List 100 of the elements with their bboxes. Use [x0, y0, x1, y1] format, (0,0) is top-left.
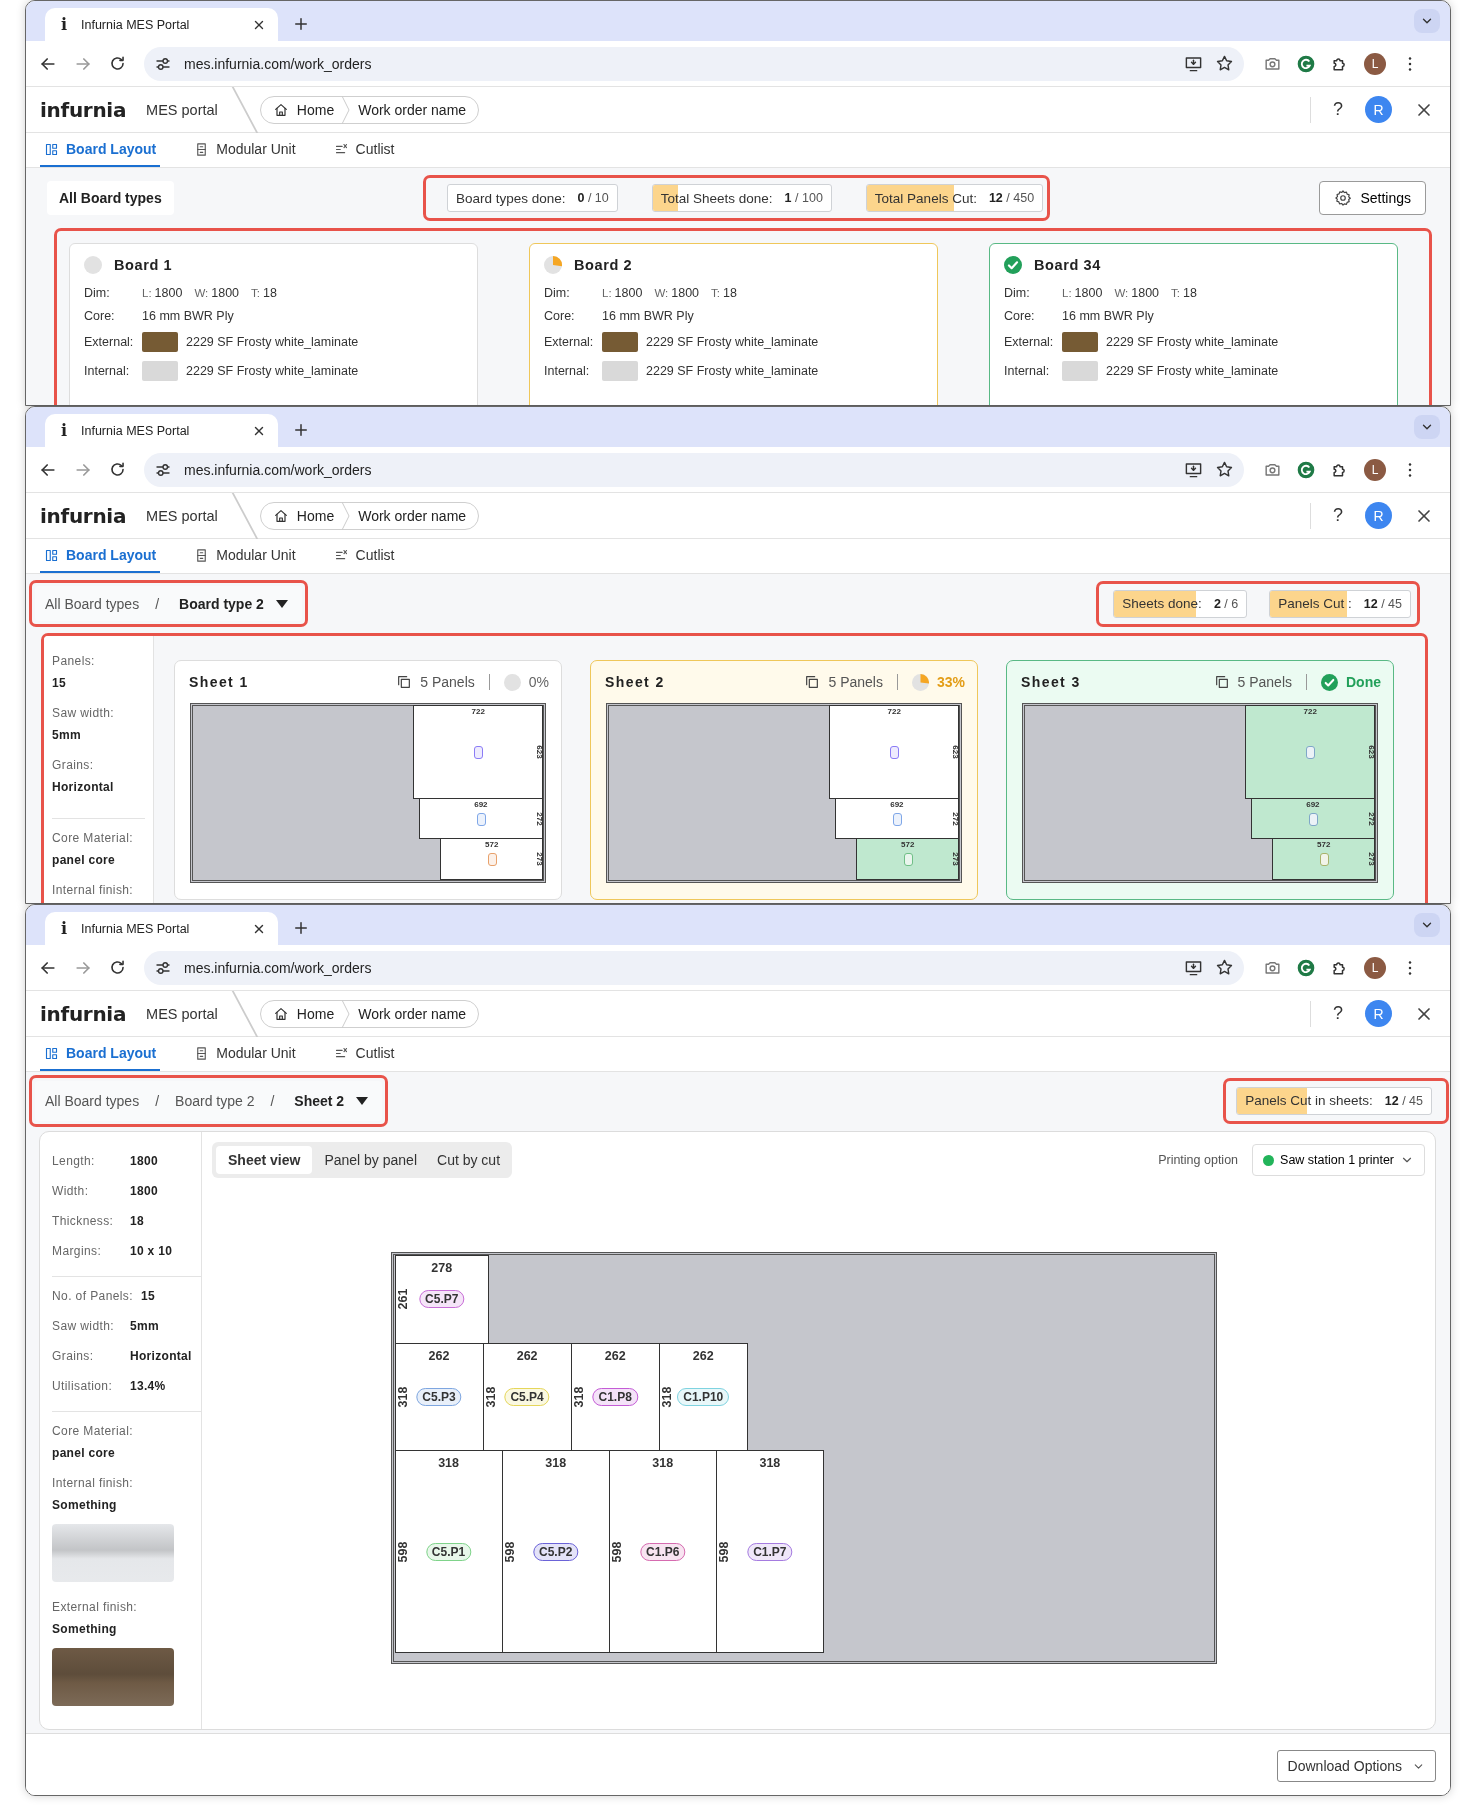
nav-tab[interactable]: Modular Unit: [190, 539, 300, 573]
user-avatar[interactable]: R: [1365, 96, 1392, 123]
height-label: 318: [395, 1386, 410, 1408]
reload-icon[interactable]: [108, 460, 127, 479]
new-tab-icon[interactable]: [292, 421, 310, 439]
url-text: mes.infurnia.com/work_orders: [184, 959, 373, 976]
profile-avatar[interactable]: L: [1364, 956, 1386, 979]
board-card[interactable]: Board 1 Dim: L: 1800 W: 1800 T: 18 Core: 16 mm BWR Ply External: 2229 SF Frosty white_laminate Internal: 2229 SF Frosty white_laminate: [69, 243, 478, 405]
help-button[interactable]: ?: [1333, 505, 1343, 526]
height-label: 272: [950, 811, 960, 826]
nav-tab[interactable]: Modular Unit: [190, 133, 300, 167]
field-label: Internal:: [1004, 364, 1051, 378]
new-tab-icon[interactable]: [292, 919, 310, 937]
panel-piece[interactable]: 262 318 C1.P10: [658, 1342, 748, 1451]
nav-tab[interactable]: Cutlist: [329, 1037, 399, 1071]
help-button[interactable]: ?: [1333, 1003, 1343, 1024]
panel-piece[interactable]: 278 261 C5.P7: [394, 1255, 489, 1344]
width-label: 572: [484, 840, 500, 850]
user-avatar[interactable]: R: [1365, 502, 1392, 529]
install-icon[interactable]: [1184, 460, 1203, 479]
dimension-label: L:: [142, 287, 152, 299]
breadcrumb-dropdown[interactable]: Board type 2: [175, 595, 292, 612]
view-mode-tab[interactable]: Panel by panel: [316, 1146, 425, 1174]
sheet-card[interactable]: Sheet 3 5 Panels Done 722 623 692 272 572 273: [1006, 660, 1394, 900]
tab-search-button[interactable]: [1414, 9, 1440, 33]
width-label: 318: [758, 1455, 782, 1470]
logo: infurnia: [40, 1001, 127, 1026]
browser-tab[interactable]: i Infurnia MES Portal: [45, 8, 278, 41]
panel-piece[interactable]: 318 598 C1.P7: [715, 1449, 824, 1654]
view-mode-tab[interactable]: Sheet view: [216, 1146, 313, 1174]
width-label: 692: [473, 799, 489, 809]
field-label: External:: [544, 335, 595, 349]
panel-tag: C1.P10: [677, 1387, 730, 1406]
reload-icon[interactable]: [108, 958, 127, 977]
height-label: 272: [1366, 811, 1376, 826]
nav-tab[interactable]: Cutlist: [329, 539, 399, 573]
panel-piece[interactable]: 318 598 C5.P2: [501, 1449, 610, 1654]
breadcrumb-link[interactable]: Work order name: [358, 1005, 467, 1022]
url-text: mes.infurnia.com/work_orders: [184, 55, 373, 72]
tab-search-button[interactable]: [1414, 913, 1440, 937]
settings-button[interactable]: Settings: [1319, 181, 1426, 215]
tab-search-button[interactable]: [1414, 415, 1440, 439]
panel-piece[interactable]: 318 598 C1.P6: [608, 1449, 717, 1654]
tab-title: Infurnia MES Portal: [81, 17, 191, 32]
browser-tab[interactable]: i Infurnia MES Portal: [45, 912, 278, 945]
breadcrumb-link[interactable]: Home: [272, 1005, 335, 1022]
reload-icon[interactable]: [108, 54, 127, 73]
download-options-button[interactable]: Download Options: [1276, 1750, 1436, 1782]
panel-tag: C1.P7: [747, 1542, 793, 1561]
star-icon[interactable]: [1215, 460, 1234, 479]
info-value: Horizontal: [52, 780, 115, 794]
board-card[interactable]: Board 34 Dim: L: 1800 W: 1800 T: 18 Core: 16 mm BWR Ply External: 2229 SF Frosty white_laminate Internal: 2229 SF Frosty white_laminate: [989, 243, 1398, 405]
star-icon[interactable]: [1215, 54, 1234, 73]
user-avatar[interactable]: R: [1365, 1000, 1392, 1027]
finish-name: 2229 SF Frosty white_laminate: [646, 335, 819, 349]
board-card[interactable]: Board 2 Dim: L: 1800 W: 1800 T: 18 Core: 16 mm BWR Ply External: 2229 SF Frosty white_laminate Internal: 2229 SF Frosty white_laminate: [529, 243, 938, 405]
dimension-value: 1800: [671, 286, 700, 300]
progress-text: Done: [1346, 674, 1381, 690]
sheet-card[interactable]: Sheet 1 5 Panels 0% 722 623 692 272 572 273: [174, 660, 562, 900]
round-logo-icon[interactable]: [1296, 957, 1316, 978]
panel-piece[interactable]: 262 318 C5.P4: [482, 1342, 572, 1451]
address-bar[interactable]: mes.infurnia.com/work_orders: [144, 950, 1244, 985]
filter-chip[interactable]: All Board types: [47, 181, 174, 215]
round-logo-icon[interactable]: [1296, 53, 1316, 74]
panel-piece[interactable]: 262 318 C5.P3: [394, 1342, 484, 1451]
breadcrumb-link[interactable]: All Board types: [45, 595, 140, 612]
printer-dropdown[interactable]: Saw station 1 printer: [1252, 1144, 1425, 1176]
panel-piece[interactable]: 318 598 C5.P1: [394, 1449, 503, 1654]
field-label: Internal:: [544, 364, 591, 378]
dimension-value: 18: [263, 286, 277, 300]
install-icon[interactable]: [1184, 54, 1203, 73]
tab-favicon: i: [59, 919, 69, 938]
tab-favicon: i: [59, 421, 69, 440]
breadcrumb-link[interactable]: Home: [272, 507, 335, 524]
sheet-card[interactable]: Sheet 2 5 Panels 33% 722 623 692 272 572 273: [590, 660, 978, 900]
browser-tab[interactable]: i Infurnia MES Portal: [45, 414, 278, 447]
breadcrumb-link[interactable]: All Board types: [45, 1092, 140, 1109]
breadcrumb-link[interactable]: Home: [272, 101, 335, 118]
nav-tab[interactable]: Cutlist: [329, 133, 399, 167]
logo: infurnia: [40, 503, 127, 528]
nav-tab[interactable]: Modular Unit: [190, 1037, 300, 1071]
info-label: Utilisation:: [52, 1379, 114, 1393]
breadcrumb-link[interactable]: Board type 2: [175, 1092, 255, 1109]
round-logo-icon[interactable]: [1296, 459, 1316, 480]
address-bar[interactable]: mes.infurnia.com/work_orders: [144, 452, 1244, 487]
install-icon[interactable]: [1184, 958, 1203, 977]
profile-avatar[interactable]: L: [1364, 52, 1386, 75]
breadcrumb-link[interactable]: Work order name: [358, 507, 467, 524]
address-bar[interactable]: mes.infurnia.com/work_orders: [144, 46, 1244, 81]
profile-avatar[interactable]: L: [1364, 458, 1386, 481]
view-mode-tab[interactable]: Cut by cut: [429, 1146, 509, 1174]
finish-name: 2229 SF Frosty white_laminate: [646, 364, 819, 378]
field-label: Dim:: [544, 286, 571, 300]
panel-tag: C5.P3: [416, 1387, 462, 1406]
help-button[interactable]: ?: [1333, 99, 1343, 120]
new-tab-icon[interactable]: [292, 15, 310, 33]
breadcrumb-dropdown[interactable]: Sheet 2: [290, 1092, 373, 1109]
star-icon[interactable]: [1215, 958, 1234, 977]
breadcrumb-link[interactable]: Work order name: [358, 101, 467, 118]
panel-piece[interactable]: 262 318 C1.P8: [570, 1342, 660, 1451]
